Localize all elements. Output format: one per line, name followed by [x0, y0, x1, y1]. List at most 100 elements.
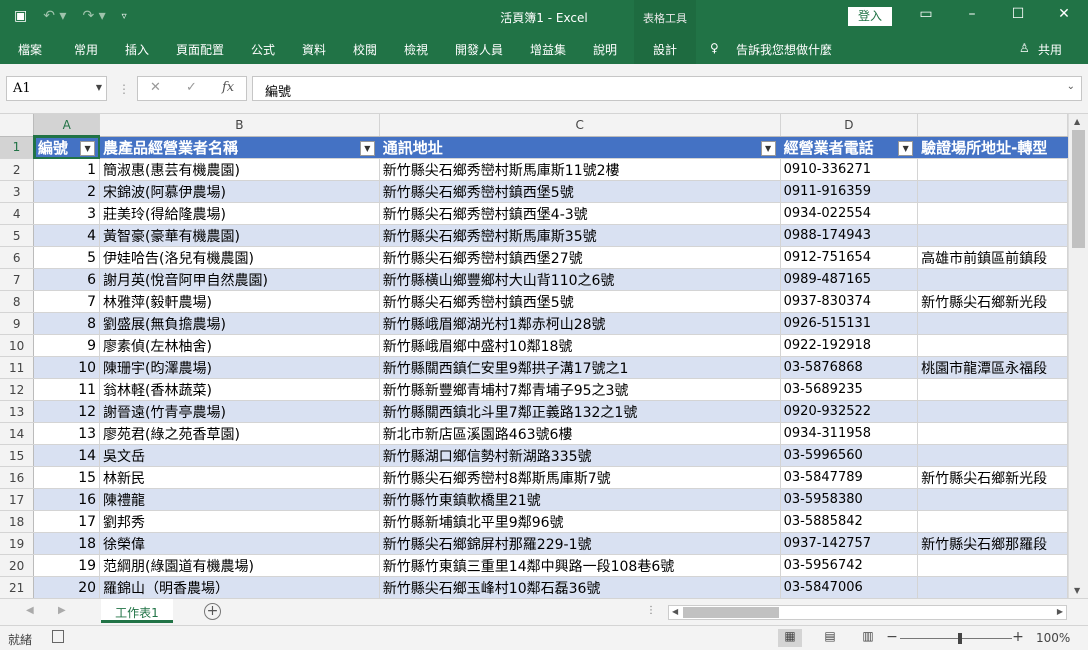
cell-address[interactable]: 新北市新店區溪園路463號6樓 — [379, 422, 781, 445]
worksheet-grid[interactable]: A B C D 1 編號 ▼ 農產品經營業者名稱 ▼ 通訊地址 ▼ 經營業者電話 ▼ 驗證場所地址… — [0, 114, 1068, 598]
row-header[interactable]: 20 — [0, 554, 35, 577]
page-break-view-icon[interactable]: ▥ — [856, 629, 880, 647]
cell-site[interactable] — [917, 268, 1068, 291]
cell-phone[interactable]: 0920-932522 — [780, 400, 919, 423]
tab-home[interactable]: 常用 — [74, 41, 98, 58]
chevron-down-icon[interactable]: ▼ — [96, 83, 102, 92]
scroll-left-icon[interactable]: ◀ — [672, 607, 678, 616]
cell-site[interactable] — [917, 400, 1068, 423]
col-header-a[interactable]: A — [33, 114, 101, 137]
cancel-icon[interactable]: ✕ — [150, 80, 161, 95]
tell-me-search[interactable]: 告訴我您想做什麼 — [736, 41, 832, 58]
row-header[interactable]: 2 — [0, 158, 35, 181]
formula-input[interactable]: 編號 ⌄ — [252, 76, 1082, 101]
cell-name[interactable]: 林雅萍(毅軒農場) — [99, 290, 380, 313]
next-sheet-icon[interactable]: ▶ — [58, 605, 66, 616]
cell-id[interactable]: 20 — [33, 576, 101, 598]
filter-dropdown-icon[interactable]: ▼ — [760, 140, 776, 156]
cell-address[interactable]: 新竹縣新埔鎮北平里9鄰96號 — [379, 510, 781, 533]
tab-page-layout[interactable]: 頁面配置 — [176, 41, 224, 58]
filter-dropdown-icon[interactable]: ▼ — [359, 140, 375, 156]
tab-formulas[interactable]: 公式 — [251, 41, 275, 58]
row-header[interactable]: 12 — [0, 378, 35, 401]
row-header[interactable]: 6 — [0, 246, 35, 269]
cell-phone[interactable]: 03-5847006 — [780, 576, 919, 598]
col-header-e[interactable] — [917, 114, 1068, 137]
cell-name[interactable]: 黃智豪(豪華有機農園) — [99, 224, 380, 247]
expand-formula-icon[interactable]: ⌄ — [1067, 81, 1075, 92]
select-all-corner[interactable] — [0, 114, 35, 137]
cell-id[interactable]: 18 — [33, 532, 101, 555]
col-header-c[interactable]: C — [379, 114, 781, 137]
cell-phone[interactable]: 0937-830374 — [780, 290, 919, 313]
cell-address[interactable]: 新竹縣尖石鄉錦屏村那羅229-1號 — [379, 532, 781, 555]
ribbon-display-icon[interactable]: ▭ — [916, 6, 936, 22]
tab-splitter-icon[interactable]: ⋮ — [646, 605, 656, 616]
cell-address[interactable]: 新竹縣尖石鄉秀巒村8鄰斯馬庫斯7號 — [379, 466, 781, 489]
row-header[interactable]: 10 — [0, 334, 35, 357]
cell-site[interactable] — [917, 488, 1068, 511]
vertical-scroll-thumb[interactable] — [1072, 130, 1085, 248]
cell-address[interactable]: 新竹縣尖石鄉秀巒村鎮西堡4-3號 — [379, 202, 781, 225]
cell-phone[interactable]: 0934-311958 — [780, 422, 919, 445]
cell-site[interactable]: 桃園市龍潭區永福段 — [917, 356, 1068, 379]
cell-phone[interactable]: 03-5876868 — [780, 356, 919, 379]
cell-site[interactable] — [917, 422, 1068, 445]
row-header[interactable]: 3 — [0, 180, 35, 203]
cell-phone[interactable]: 03-5689235 — [780, 378, 919, 401]
cell-phone[interactable]: 03-5956742 — [780, 554, 919, 577]
cell-name[interactable]: 陳珊宇(昀澤農場) — [99, 356, 380, 379]
tab-design[interactable]: 設計 — [634, 33, 696, 64]
cell-name[interactable]: 伊娃哈告(洛兒有機農園) — [99, 246, 380, 269]
cell-site[interactable] — [917, 224, 1068, 247]
horizontal-scroll-thumb[interactable] — [683, 607, 779, 618]
cell-site[interactable] — [917, 334, 1068, 357]
cell-phone[interactable]: 0934-022554 — [780, 202, 919, 225]
cell-id[interactable]: 7 — [33, 290, 101, 313]
cell-id[interactable]: 8 — [33, 312, 101, 335]
col-header-b[interactable]: B — [99, 114, 380, 137]
cell-phone[interactable]: 03-5847789 — [780, 466, 919, 489]
splitter-icon[interactable]: ⋮ — [118, 82, 130, 96]
cell-address[interactable]: 新竹縣尖石鄉秀巒村斯馬庫斯11號2樓 — [379, 158, 781, 181]
row-header[interactable]: 5 — [0, 224, 35, 247]
cell-phone[interactable]: 0910-336271 — [780, 158, 919, 181]
login-button[interactable]: 登入 — [848, 7, 892, 26]
cell-id[interactable]: 11 — [33, 378, 101, 401]
vertical-scrollbar[interactable]: ▲ ▼ — [1068, 114, 1088, 598]
cell-address[interactable]: 新竹縣尖石鄉秀巒村鎮西堡5號 — [379, 290, 781, 313]
cell-address[interactable]: 新竹縣尖石鄉秀巒村鎮西堡27號 — [379, 246, 781, 269]
cell-name[interactable]: 徐榮偉 — [99, 532, 380, 555]
share-button[interactable]: 共用 — [1038, 41, 1062, 58]
maximize-icon[interactable]: ☐ — [1008, 6, 1028, 22]
cell-site[interactable] — [917, 180, 1068, 203]
cell-id[interactable]: 12 — [33, 400, 101, 423]
col-header-d[interactable]: D — [780, 114, 919, 137]
cell-name[interactable]: 簡淑惠(惠芸有機農園) — [99, 158, 380, 181]
row-header[interactable]: 21 — [0, 576, 35, 598]
cell-phone[interactable]: 03-5958380 — [780, 488, 919, 511]
cell-site[interactable] — [917, 510, 1068, 533]
cell-id[interactable]: 4 — [33, 224, 101, 247]
cell-name[interactable]: 廖素偵(左林柚舍) — [99, 334, 380, 357]
cell-phone[interactable]: 0911-916359 — [780, 180, 919, 203]
name-box[interactable]: A1 ▼ — [6, 76, 107, 101]
cell-name[interactable]: 廖苑君(綠之苑香草園) — [99, 422, 380, 445]
horizontal-scrollbar[interactable]: ◀ ▶ — [668, 605, 1067, 620]
row-header[interactable]: 18 — [0, 510, 35, 533]
cell-site[interactable] — [917, 378, 1068, 401]
row-header[interactable]: 16 — [0, 466, 35, 489]
close-icon[interactable]: ✕ — [1054, 6, 1074, 22]
cell-id[interactable]: 6 — [33, 268, 101, 291]
tab-addins[interactable]: 增益集 — [530, 41, 566, 58]
tab-review[interactable]: 校閱 — [353, 41, 377, 58]
cell-id[interactable]: 1 — [33, 158, 101, 181]
enter-icon[interactable]: ✓ — [186, 80, 197, 95]
cell-id[interactable]: 17 — [33, 510, 101, 533]
row-header[interactable]: 1 — [0, 136, 35, 159]
tab-help[interactable]: 說明 — [593, 41, 617, 58]
zoom-in-icon[interactable]: + — [1006, 629, 1030, 647]
zoom-level[interactable]: 100% — [1036, 631, 1070, 645]
cell-address[interactable]: 新竹縣竹東鎮三重里14鄰中興路一段108巷6號 — [379, 554, 781, 577]
cell-site[interactable] — [917, 444, 1068, 467]
